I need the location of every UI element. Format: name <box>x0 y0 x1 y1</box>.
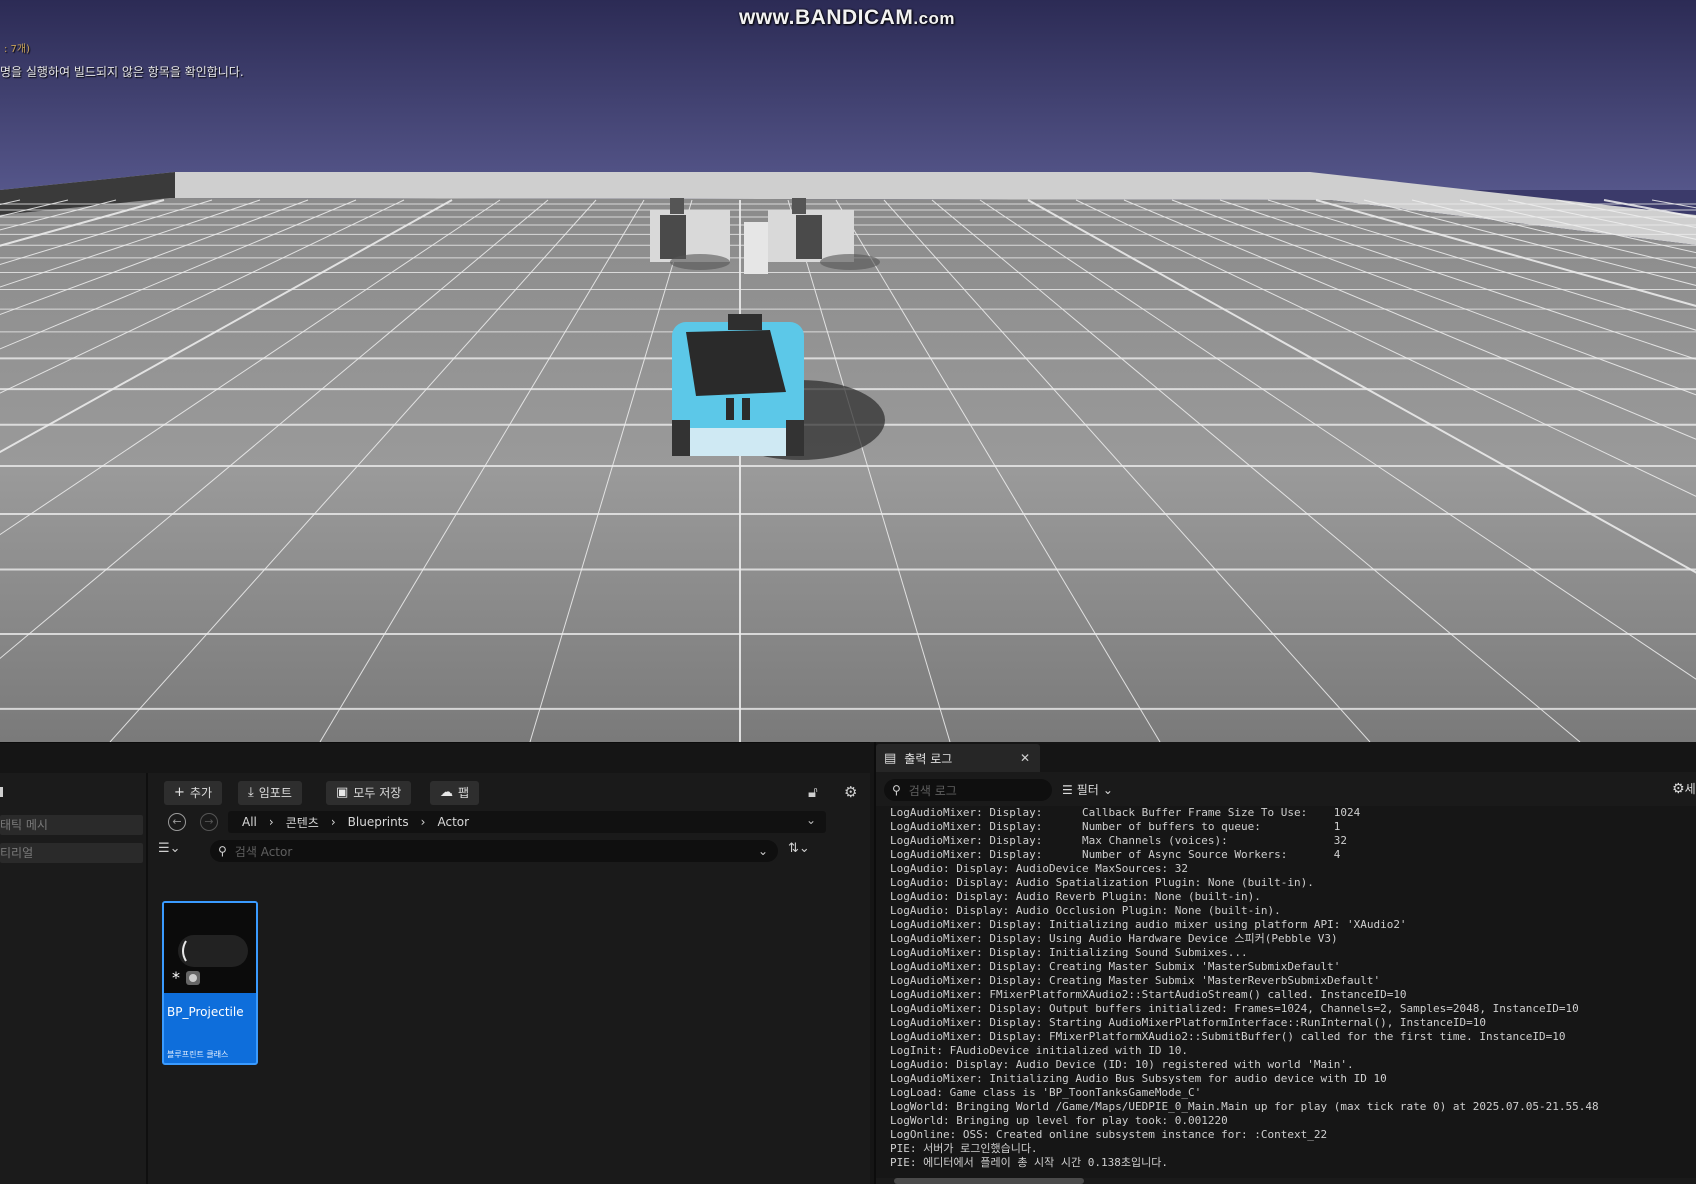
log-line: LogWorld: Bringing up level for play too… <box>890 1114 1228 1127</box>
fab-button[interactable]: ☁ 팹 <box>430 781 480 805</box>
add-button[interactable]: + 추가 <box>164 781 222 805</box>
log-settings-button[interactable]: ⚙세 <box>1672 780 1696 797</box>
svg-text:*: * <box>172 968 180 987</box>
log-line: LogWorld: Bringing World /Game/Maps/UEDP… <box>890 1100 1599 1113</box>
log-line: LogAudioMixer: Display: Number of Async … <box>890 848 1341 861</box>
chevron-down-icon: ⌄ <box>1102 782 1113 797</box>
back-arrow-icon[interactable]: ← <box>168 813 186 831</box>
tab-output-log[interactable]: ▤ 출력 로그 ✕ <box>876 744 1040 772</box>
log-line: LogAudioMixer: Display: Callback Buffer … <box>890 806 1361 819</box>
log-line: LogAudio: Display: Audio Reverb Plugin: … <box>890 890 1261 903</box>
log-line: LogAudio: Display: Audio Device (ID: 10)… <box>890 1058 1354 1071</box>
save-all-label: 모두 저장 <box>353 786 402 800</box>
projectile-thumbnail-icon: * <box>164 903 256 993</box>
log-line: LogAudioMixer: Display: Initializing aud… <box>890 918 1407 931</box>
add-label: 추가 <box>189 786 212 800</box>
log-line: LogAudio: Display: Audio Spatialization … <box>890 876 1314 889</box>
search-icon: ⚲ <box>892 783 901 797</box>
chevron-right-icon: › <box>420 815 426 829</box>
breadcrumb-all[interactable]: All <box>242 815 257 829</box>
log-line: LogAudio: Display: AudioDevice MaxSource… <box>890 862 1189 875</box>
log-line: LogAudioMixer: Display: Initializing Sou… <box>890 946 1248 959</box>
settings-gear-icon[interactable]: ⚙ <box>844 783 857 801</box>
player-tank <box>672 314 804 456</box>
sidebar-collapse-handle[interactable] <box>0 787 3 797</box>
log-line: LogAudioMixer: Display: Creating Master … <box>890 974 1381 987</box>
import-icon: ⤓ <box>248 785 254 800</box>
log-settings-label: 세 <box>1684 782 1696 796</box>
breadcrumb-actor[interactable]: Actor <box>437 815 469 829</box>
log-line: LogInit: FAudioDevice initialized with I… <box>890 1044 1189 1057</box>
search-icon: ⚲ <box>218 844 227 858</box>
chevron-down-icon[interactable]: ⌄ <box>806 813 816 827</box>
content-browser-tabbar <box>0 743 870 773</box>
log-line: LogAudioMixer: Initializing Audio Bus Su… <box>890 1072 1387 1085</box>
log-filter-label: 필터 <box>1076 783 1099 797</box>
output-log-panel: ▤ 출력 로그 ✕ ⚲ 검색 로그 ☰ 필터 ⌄ ⚙세 LogAudioMixe… <box>874 742 1696 1184</box>
log-line: PIE: 에디터에서 플레이 총 시작 시간 0.138초입니다. <box>890 1156 1168 1169</box>
tab-output-log-label: 출력 로그 <box>904 751 953 766</box>
sidebar-item-material[interactable]: 티리얼 <box>0 843 143 863</box>
log-line: LogAudioMixer: Display: Starting AudioMi… <box>890 1016 1487 1029</box>
asset-search-input[interactable]: ⚲ 검색 Actor ⌄ <box>210 840 778 862</box>
import-button[interactable]: ⤓ 임포트 <box>238 781 302 805</box>
asset-search-placeholder: 검색 Actor <box>234 844 293 859</box>
notice-count: : 7개) <box>4 44 31 55</box>
content-browser-main: + 추가 ⤓ 임포트 ▣ 모두 저장 ☁ 팹 🔓︎ ⚙ ← → All › 콘텐츠 › … <box>150 773 870 1184</box>
log-line: LogAudioMixer: Display: Creating Master … <box>890 960 1341 973</box>
asset-type: 블루프린트 클래스 <box>167 1050 229 1059</box>
fab-label: 팹 <box>458 786 470 800</box>
viewport-notice: : 7개) 명을 실행하여 빌드되지 않은 항목을 확인합니다. <box>0 40 244 80</box>
notice-message: 명을 실행하여 빌드되지 않은 항목을 확인합니다. <box>0 65 244 79</box>
level-viewport[interactable]: www.BANDICAM.com : 7개) 명을 실행하여 빌드되지 않은 항… <box>0 0 1696 742</box>
scene-render <box>0 0 1696 742</box>
chevron-right-icon: › <box>268 815 274 829</box>
fab-icon: ☁ <box>440 785 453 800</box>
log-line: LogAudioMixer: Display: FMixerPlatformXA… <box>890 1030 1566 1043</box>
sort-icon[interactable]: ⇅⌄ <box>788 841 810 856</box>
content-browser: 태틱 메시 티리얼 + 추가 ⤓ 임포트 ▣ 모두 저장 ☁ 팹 🔓︎ ⚙ ← → Al… <box>0 742 870 1184</box>
chevron-down-icon[interactable]: ⌄ <box>758 844 768 858</box>
log-line: LogLoad: Game class is 'BP_ToonTanksGame… <box>890 1086 1202 1099</box>
import-label: 임포트 <box>258 786 292 800</box>
output-log-tabbar: ▤ 출력 로그 ✕ <box>876 742 1696 772</box>
output-log-toolbar: ⚲ 검색 로그 ☰ 필터 ⌄ ⚙세 <box>876 772 1696 806</box>
log-search-placeholder: 검색 로그 <box>908 783 957 798</box>
forward-arrow-icon[interactable]: → <box>200 813 218 831</box>
breadcrumb-blueprints[interactable]: Blueprints <box>348 815 409 829</box>
log-line: LogAudioMixer: Display: Output buffers i… <box>890 1002 1579 1015</box>
log-document-icon: ▤ <box>884 750 897 766</box>
log-line: LogOnline: OSS: Created online subsystem… <box>890 1128 1328 1141</box>
horizontal-scrollbar[interactable] <box>894 1178 1084 1184</box>
filter-icon: ☰ <box>1062 782 1073 797</box>
content-browser-sidebar: 태틱 메시 티리얼 <box>0 773 148 1184</box>
bandicam-watermark: www.BANDICAM.com <box>738 6 956 29</box>
breadcrumb-content[interactable]: 콘텐츠 <box>286 814 319 831</box>
close-icon[interactable]: ✕ <box>1020 751 1030 765</box>
asset-thumbnail: * <box>164 903 256 993</box>
plus-icon: + <box>174 785 185 800</box>
save-icon: ▣ <box>336 785 349 800</box>
log-filter-button[interactable]: ☰ 필터 ⌄ <box>1062 781 1113 798</box>
log-line: LogAudioMixer: Display: Using Audio Hard… <box>890 932 1338 945</box>
sidebar-item-static-mesh[interactable]: 태틱 메시 <box>0 815 143 835</box>
log-search-input[interactable]: ⚲ 검색 로그 <box>884 779 1052 801</box>
log-line: LogAudioMixer: Display: Number of buffer… <box>890 820 1341 833</box>
filter-icon[interactable]: ☰⌄ <box>158 841 181 856</box>
log-line: LogAudio: Display: Audio Occlusion Plugi… <box>890 904 1281 917</box>
breadcrumb: All › 콘텐츠 › Blueprints › Actor ⌄ <box>228 811 826 833</box>
save-all-button[interactable]: ▣ 모두 저장 <box>326 781 412 805</box>
log-line: LogAudioMixer: Display: Max Channels (vo… <box>890 834 1347 847</box>
chevron-right-icon: › <box>330 815 336 829</box>
editor-window: www.BANDICAM.com : 7개) 명을 실행하여 빌드되지 않은 항… <box>0 0 1696 1184</box>
asset-tile[interactable]: * BP_Projectile 블루프린트 클래스 <box>162 901 258 1065</box>
log-line: PIE: 서버가 로그인했습니다. <box>890 1142 1038 1155</box>
log-line: LogAudioMixer: FMixerPlatformXAudio2::St… <box>890 988 1407 1001</box>
asset-name: BP_Projectile <box>167 1005 244 1019</box>
gear-icon: ⚙ <box>1672 781 1685 797</box>
log-text-area[interactable]: LogAudioMixer: Display: Callback Buffer … <box>876 806 1696 1178</box>
lock-icon[interactable]: 🔓︎ <box>808 783 818 801</box>
